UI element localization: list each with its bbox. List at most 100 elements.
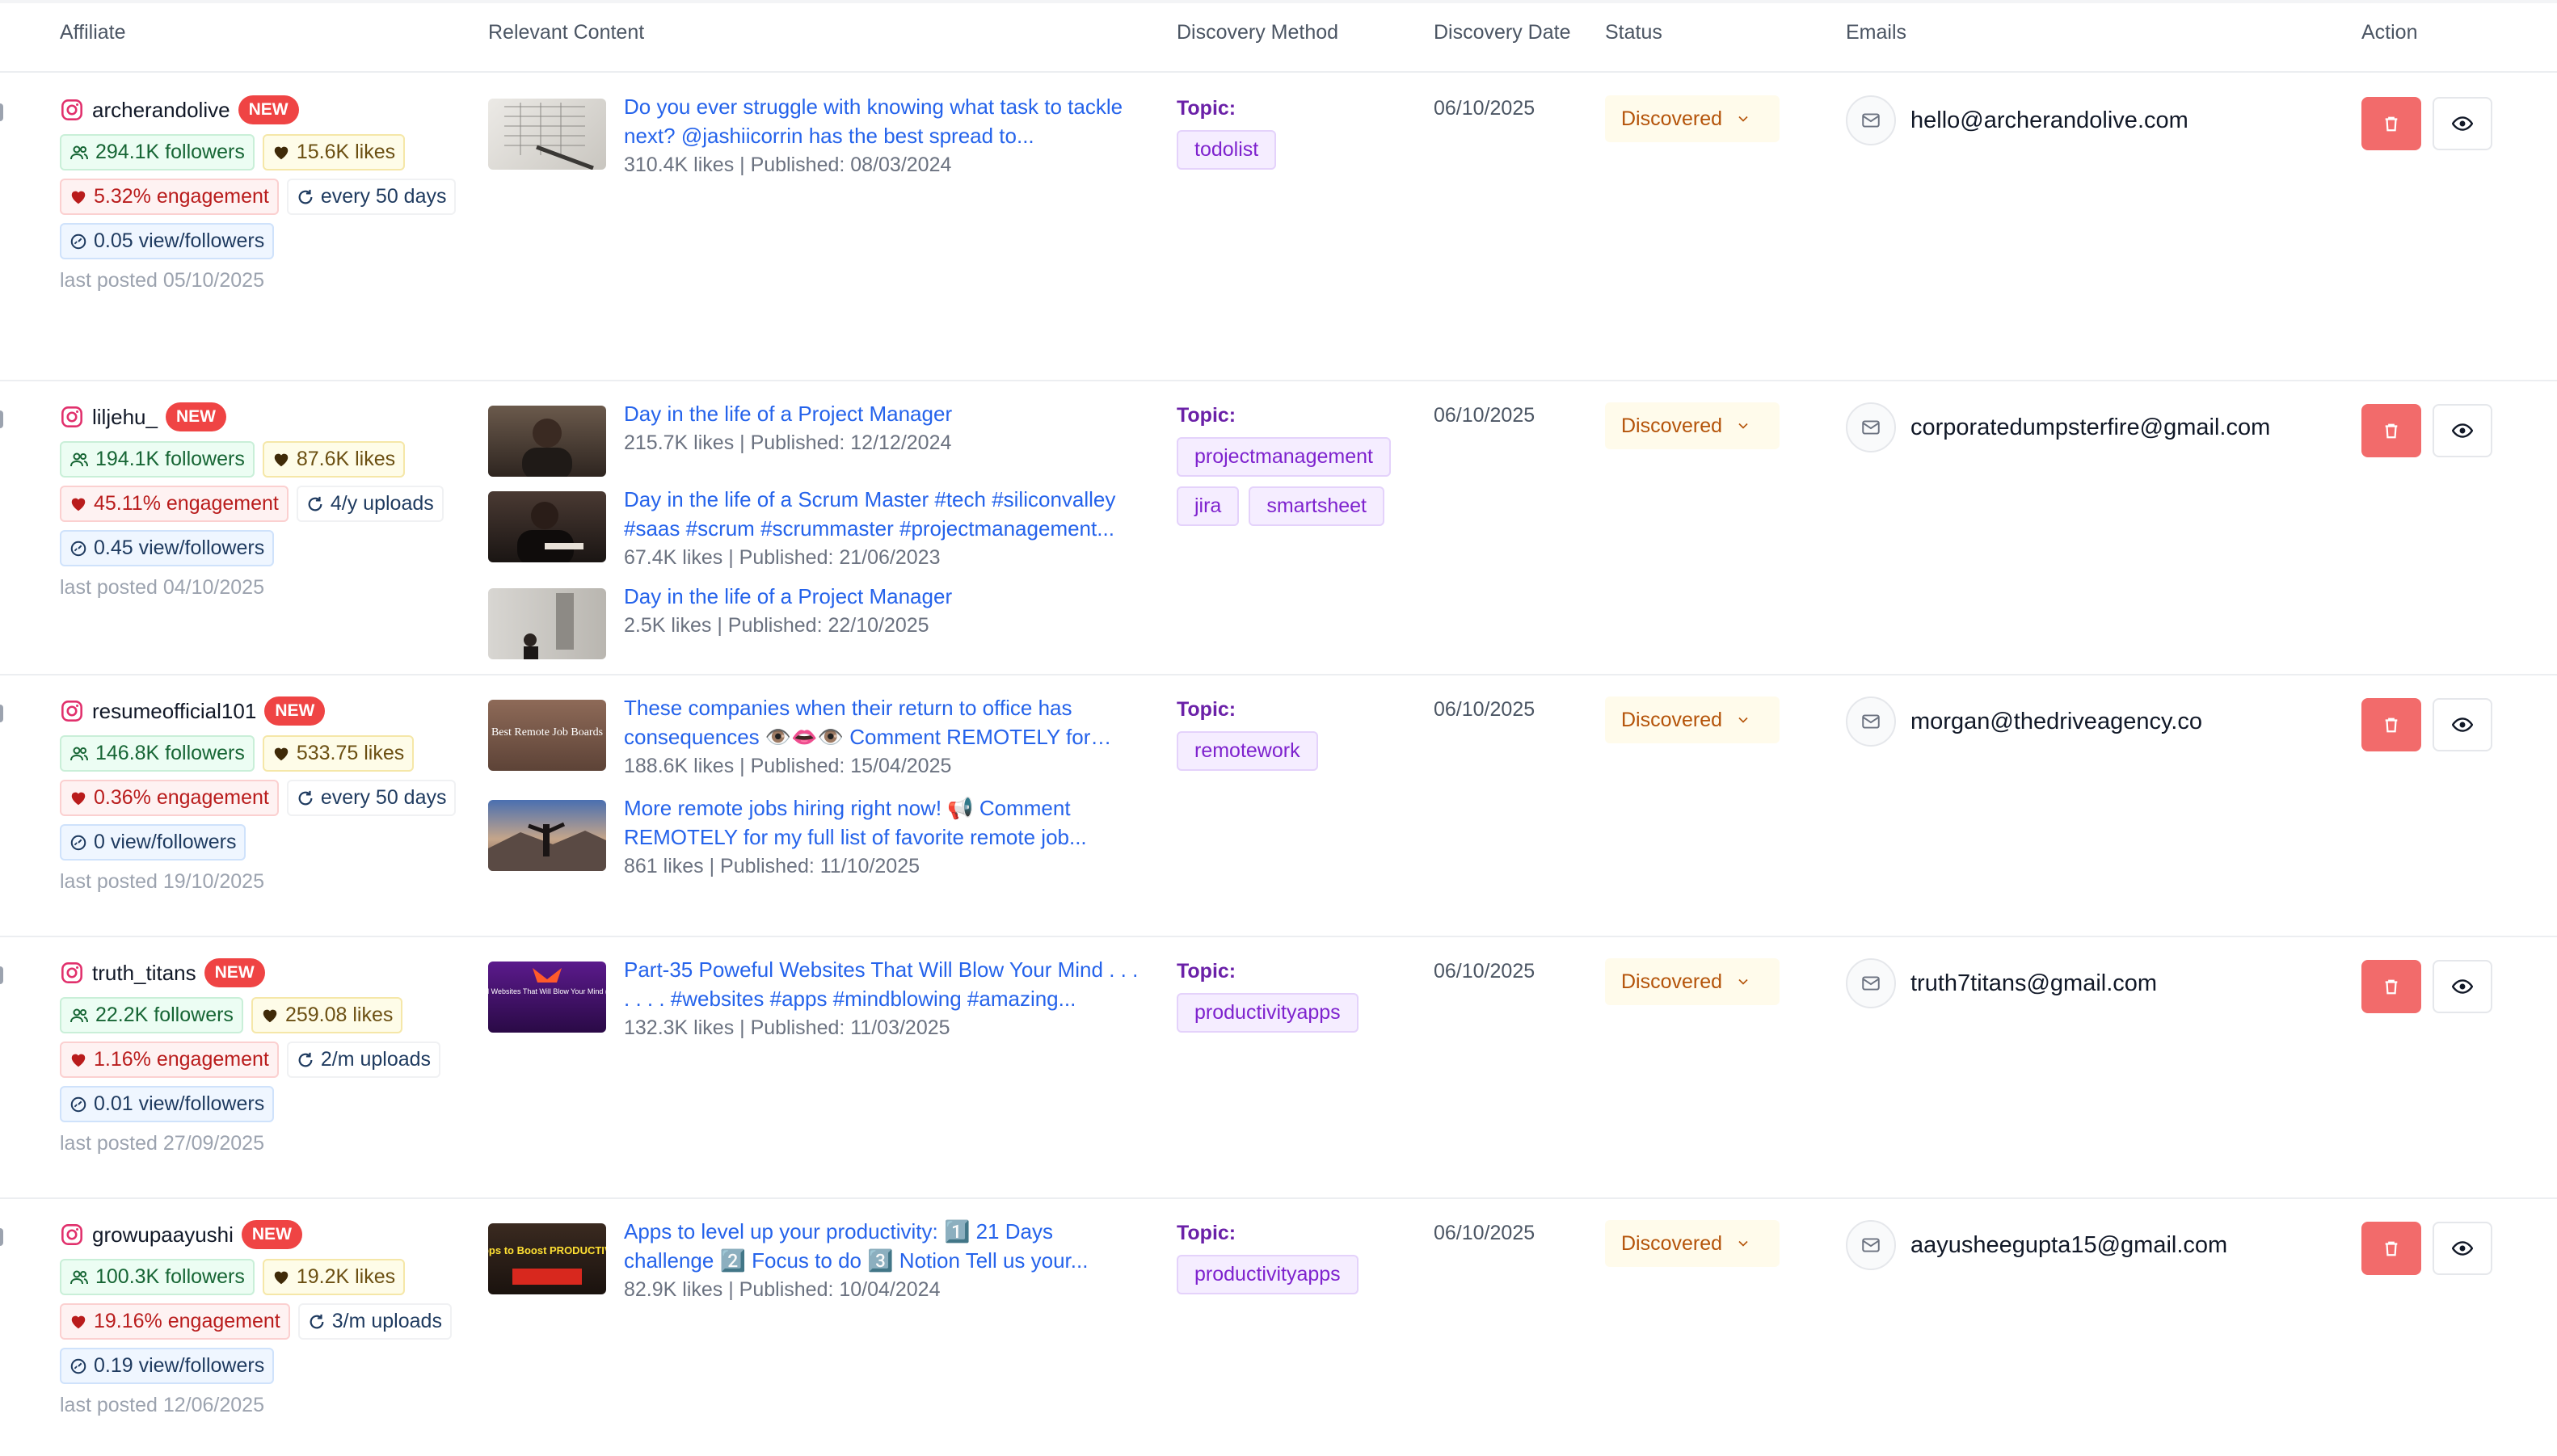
view-button[interactable] [2433,97,2492,150]
discovery-method-cell: Topic: productivityapps [1177,1197,1419,1294]
post-title-link[interactable]: These companies when their return to off… [624,693,1141,751]
affiliate-handle[interactable]: resumeofficial101 [92,699,256,724]
status-dropdown[interactable]: Discovered [1605,958,1780,1005]
heart-icon [274,1271,289,1284]
post-thumbnail[interactable]: Best Remote Job Boards [488,700,606,771]
view-button[interactable] [2433,404,2492,457]
post-thumbnail[interactable] [488,800,606,871]
content-item[interactable]: 3 Apps to Boost PRODUCTIVITY Apps to lev… [488,1217,1151,1304]
engagement-chip: 19.16% engagement [60,1303,290,1340]
topic-tag[interactable]: productivityapps [1177,993,1359,1033]
trash-icon [2385,717,2398,733]
row-select-marker[interactable] [0,966,3,984]
discovery-method-cell: Topic: todolist [1177,73,1419,170]
delete-button[interactable] [2361,698,2421,751]
post-thumbnail[interactable]: Powerful Websites That Will Blow Your Mi… [488,962,606,1033]
topic-tag[interactable]: todolist [1177,130,1277,170]
view-ratio-chip: 0 view/followers [60,824,246,861]
content-item[interactable]: More remote jobs hiring right now! 📢 Com… [488,793,1151,881]
topic-label: Topic: [1177,1222,1236,1244]
topic-tag[interactable]: remotework [1177,731,1318,771]
email-cell: corporatedumpsterfire@gmail.com [1846,402,2270,452]
post-meta: 861 likes | Published: 11/10/2025 [624,855,920,877]
view-button[interactable] [2433,1222,2492,1275]
refresh-icon [308,496,322,511]
email-address[interactable]: corporatedumpsterfire@gmail.com [1910,414,2270,441]
content-item[interactable]: Best Remote Job Boards These companies w… [488,693,1151,781]
topic-tag[interactable]: jira [1177,486,1240,526]
email-address[interactable]: truth7titans@gmail.com [1910,970,2157,997]
relevant-content-cell: Day in the life of a Project Manager 215… [488,380,1151,674]
view-button[interactable] [2433,698,2492,751]
new-badge: NEW [204,958,265,987]
view-ratio-chip: 0.05 view/followers [60,223,275,259]
topic-tag[interactable]: projectmanagement [1177,437,1391,477]
affiliate-handle[interactable]: truth_titans [92,961,196,986]
heart-icon [71,1315,86,1328]
likes-chip: 19.2K likes [262,1259,406,1295]
col-header-discovery-date: Discovery Date [1434,21,1571,44]
relevant-content-cell: Powerful Websites That Will Blow Your Mi… [488,936,1151,1057]
col-header-relevant-content: Relevant Content [488,21,645,44]
row-select-marker[interactable] [0,410,3,428]
delete-button[interactable] [2361,404,2421,457]
email-address[interactable]: aayusheegupta15@gmail.com [1910,1232,2227,1259]
users-icon [70,145,88,159]
engagement-chip: 0.36% engagement [60,780,279,816]
relevant-content-cell: Best Remote Job Boards These companies w… [488,674,1151,895]
heart-icon [263,1009,277,1022]
status-dropdown[interactable]: Discovered [1605,402,1780,449]
status-dropdown[interactable]: Discovered [1605,95,1780,142]
topic-label: Topic: [1177,960,1236,983]
content-item[interactable]: Day in the life of a Project Manager 215… [488,399,1151,477]
post-thumbnail[interactable] [488,99,606,170]
post-title-link[interactable]: Day in the life of a Project Manager [624,399,1141,428]
thumbnail-caption: Best Remote Job Boards [491,726,603,739]
table-row: growupaayushi NEW 100.3K followers 19.2K… [0,1197,2557,1456]
discovery-date: 06/10/2025 [1434,97,1535,120]
status-dropdown[interactable]: Discovered [1605,696,1780,743]
post-title-link[interactable]: Apps to level up your productivity: 1️⃣ … [624,1217,1141,1275]
delete-button[interactable] [2361,1222,2421,1275]
topic-label: Topic: [1177,404,1236,427]
affiliate-handle[interactable]: archerandolive [92,98,230,123]
topic-tag[interactable]: smartsheet [1249,486,1385,526]
post-thumbnail[interactable] [488,588,606,659]
delete-button[interactable] [2361,97,2421,150]
email-address[interactable]: hello@archerandolive.com [1910,107,2188,134]
row-select-marker[interactable] [0,103,3,121]
delete-button[interactable] [2361,960,2421,1013]
view-ratio-chip: 0.45 view/followers [60,530,275,566]
row-select-marker[interactable] [0,705,3,722]
discovery-date: 06/10/2025 [1434,960,1535,983]
content-item[interactable]: Do you ever struggle with knowing what t… [488,92,1151,179]
post-thumbnail[interactable] [488,406,606,477]
topic-label: Topic: [1177,698,1236,721]
email-address[interactable]: morgan@thedriveagency.co [1910,709,2202,735]
post-title-link[interactable]: Day in the life of a Project Manager [624,582,1141,611]
post-thumbnail[interactable]: 3 Apps to Boost PRODUCTIVITY [488,1223,606,1294]
mail-icon [1846,1220,1896,1270]
content-item[interactable]: Day in the life of a Project Manager 2.5… [488,582,1151,659]
post-title-link[interactable]: Do you ever struggle with knowing what t… [624,92,1141,150]
post-title-link[interactable]: More remote jobs hiring right now! 📢 Com… [624,793,1141,852]
content-item[interactable]: Powerful Websites That Will Blow Your Mi… [488,955,1151,1042]
affiliate-handle[interactable]: growupaayushi [92,1222,234,1248]
status-dropdown[interactable]: Discovered [1605,1220,1780,1267]
post-title-link[interactable]: Day in the life of a Scrum Master #tech … [624,485,1141,543]
refresh-icon [298,189,313,204]
heart-icon [274,453,289,466]
content-item[interactable]: Day in the life of a Scrum Master #tech … [488,485,1151,572]
upload-frequency-chip: 4/y uploads [296,486,444,522]
post-thumbnail[interactable] [488,491,606,562]
topic-tag[interactable]: productivityapps [1177,1255,1359,1294]
affiliate-handle[interactable]: liljehu_ [92,405,158,430]
post-title-link[interactable]: Part-35 Poweful Websites That Will Blow … [624,955,1141,1013]
trash-icon [2385,423,2398,439]
view-button[interactable] [2433,960,2492,1013]
users-icon [70,452,88,466]
followers-chip: 294.1K followers [60,134,255,170]
likes-chip: 15.6K likes [262,134,406,170]
status-value: Discovered [1621,970,1723,993]
row-select-marker[interactable] [0,1228,3,1246]
